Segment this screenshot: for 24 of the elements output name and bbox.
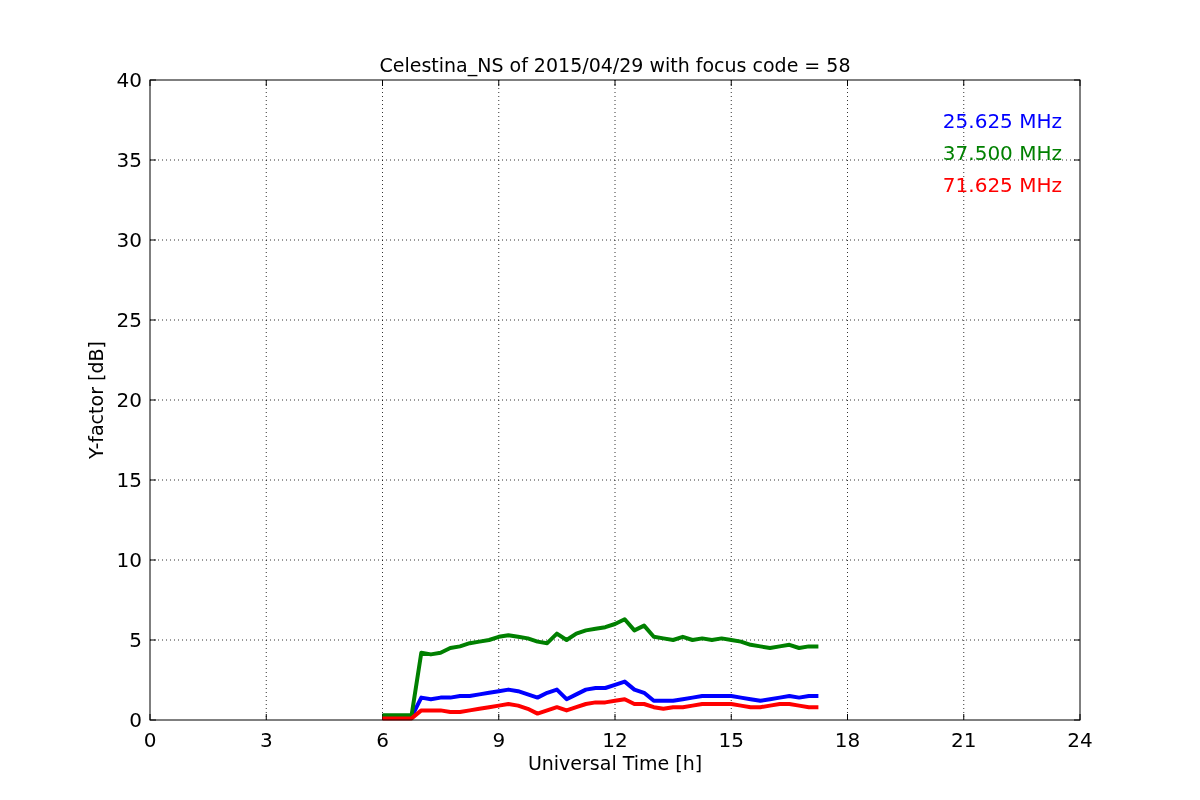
- y-tick-label: 5: [129, 628, 142, 652]
- chart-title: Celestina_NS of 2015/04/29 with focus code = 58: [379, 54, 851, 76]
- x-tick-label: 0: [143, 728, 157, 752]
- y-tick-label: 0: [129, 708, 142, 732]
- x-tick-label: 12: [602, 728, 628, 752]
- y-tick-label: 15: [116, 468, 142, 492]
- x-tick-label: 6: [376, 728, 389, 752]
- x-tick-label: 15: [718, 728, 744, 752]
- x-tick-label: 21: [951, 728, 977, 752]
- x-tick-label: 3: [259, 728, 273, 752]
- y-tick-label: 20: [116, 388, 142, 412]
- legend-label: 71.625 MHz: [942, 173, 1062, 197]
- y-axis-label: Y-factor [dB]: [85, 341, 107, 459]
- x-tick-label: 18: [834, 728, 861, 752]
- legend-label: 25.625 MHz: [942, 109, 1062, 133]
- x-tick-label: 9: [492, 728, 506, 752]
- x-axis-label: Universal Time [h]: [527, 752, 703, 774]
- y-tick-label: 10: [116, 548, 142, 572]
- y-tick-label: 35: [116, 148, 142, 172]
- y-tick-label: 30: [116, 228, 142, 252]
- y-tick-label: 25: [116, 308, 142, 332]
- legend-label: 37.500 MHz: [942, 141, 1062, 165]
- y-tick-label: 40: [116, 68, 142, 92]
- x-tick-label: 24: [1067, 728, 1093, 752]
